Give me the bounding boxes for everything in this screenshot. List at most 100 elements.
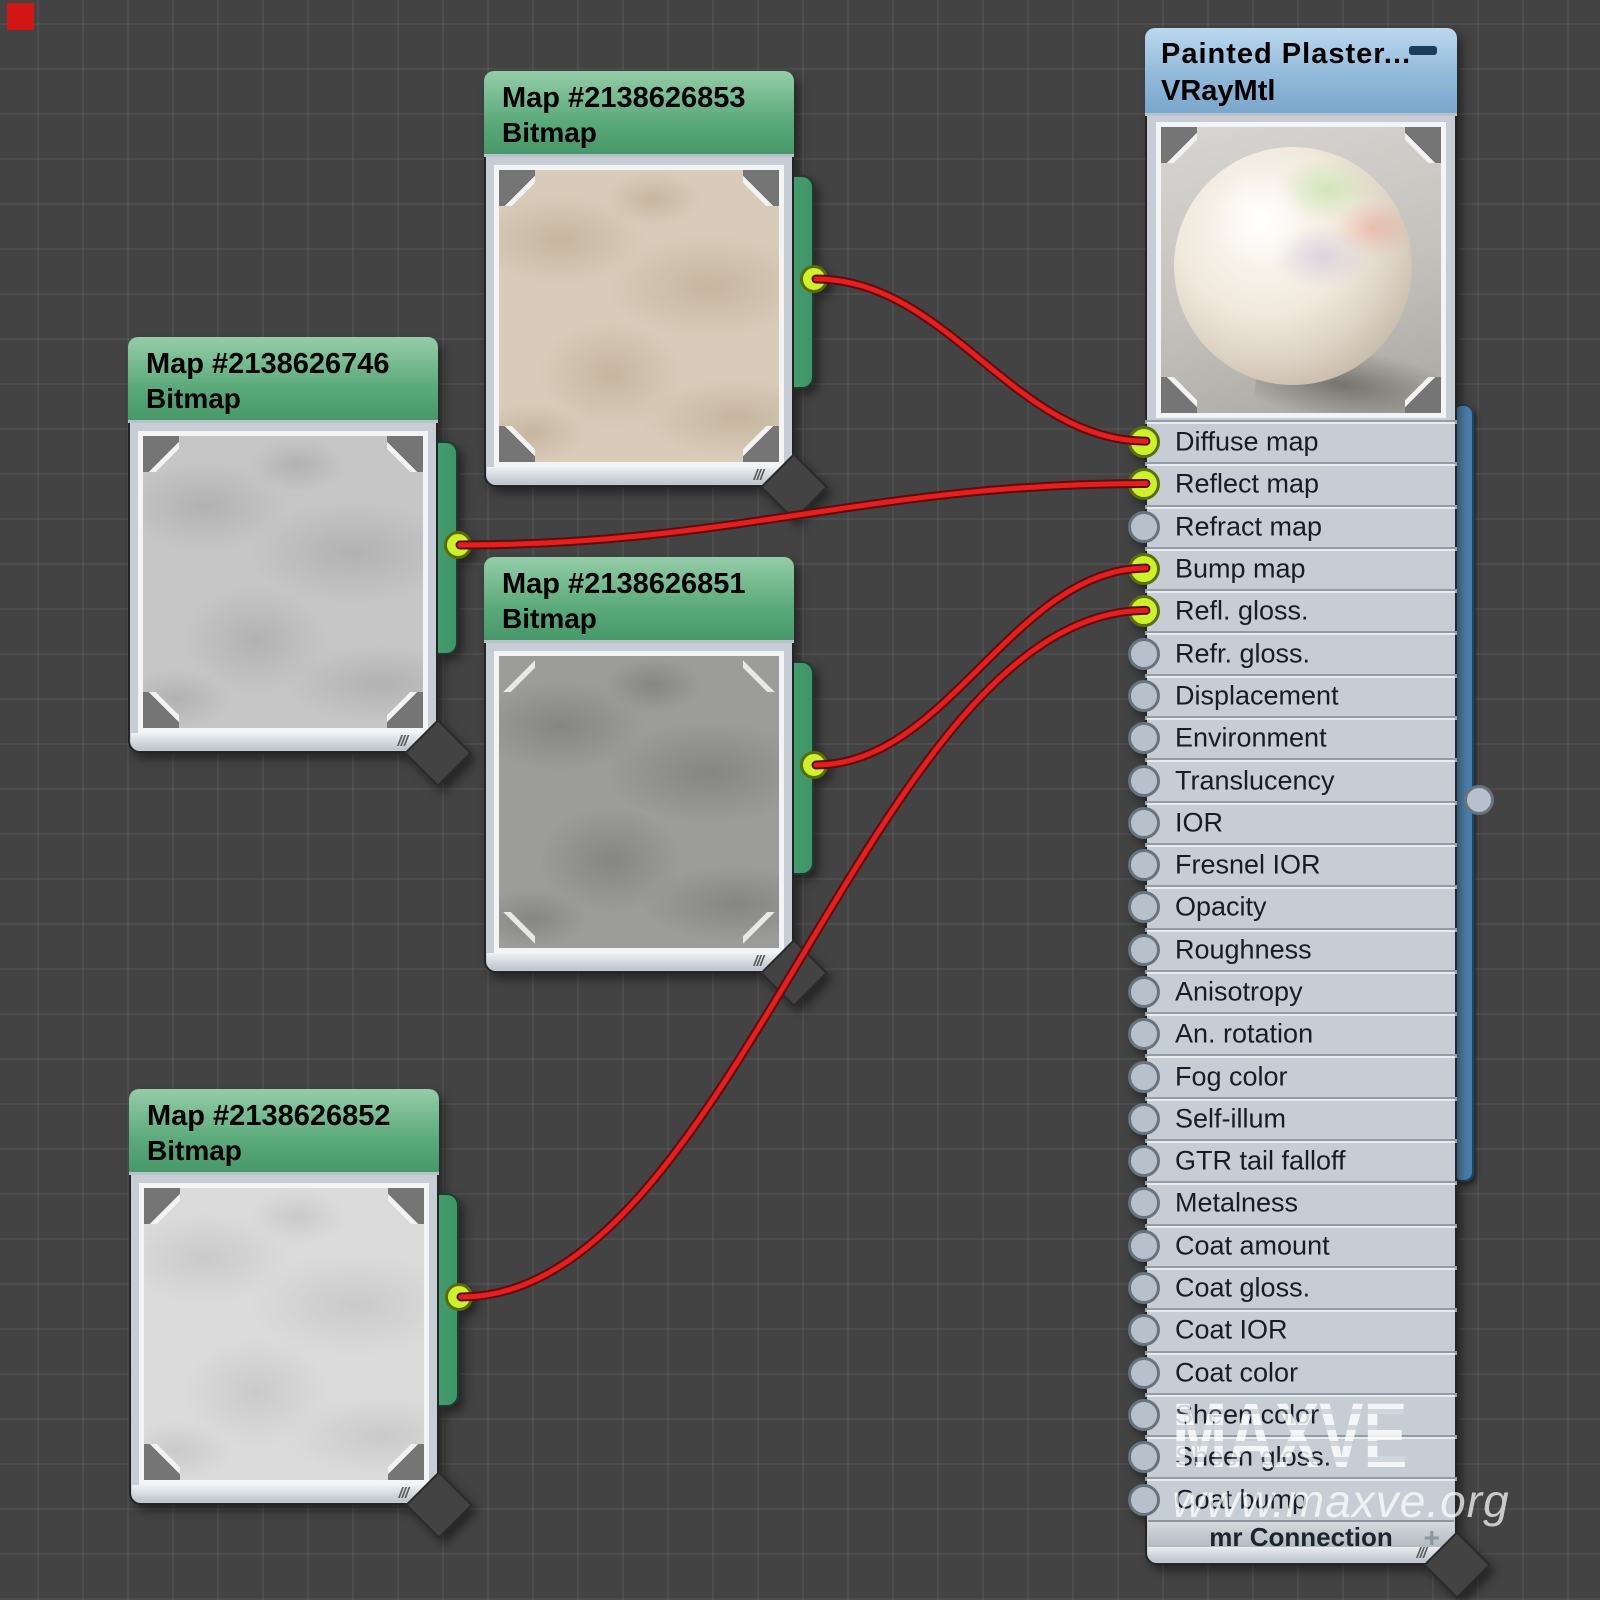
- slot-label: Sheen color: [1175, 1399, 1319, 1430]
- input-socket[interactable]: [1128, 1314, 1160, 1346]
- input-socket[interactable]: [1128, 807, 1160, 839]
- node-type: Bitmap: [502, 115, 794, 151]
- input-socket-connected[interactable]: [1128, 426, 1160, 458]
- bitmap-preview[interactable]: [138, 431, 428, 733]
- material-slot-row: Diffuse map: [1145, 420, 1457, 462]
- output-socket[interactable]: [800, 751, 828, 779]
- slot-label: Coat gloss.: [1175, 1273, 1310, 1304]
- input-socket[interactable]: [1128, 638, 1160, 670]
- node-footer: ///: [131, 733, 435, 750]
- slot-label: Sheen gloss.: [1175, 1442, 1331, 1473]
- input-socket[interactable]: [1128, 1441, 1160, 1473]
- node-title: Map #2138626851: [502, 567, 794, 601]
- input-socket[interactable]: [1128, 891, 1160, 923]
- map-node-2138626746[interactable]: Map #2138626746 Bitmap ///: [128, 337, 438, 753]
- node-header[interactable]: Map #2138626853 Bitmap: [484, 71, 794, 157]
- input-socket[interactable]: [1128, 1103, 1160, 1135]
- resize-grip-icon[interactable]: ///: [397, 733, 407, 750]
- preview-corner-icon: [387, 692, 423, 728]
- slot-label: Bump map: [1175, 554, 1306, 585]
- preview-corner-icon: [499, 426, 535, 462]
- material-slot-list: Diffuse mapReflect mapRefract mapBump ma…: [1145, 420, 1457, 1520]
- slot-label: GTR tail falloff: [1175, 1146, 1346, 1177]
- material-slot-row: Opacity: [1145, 885, 1457, 927]
- texture-thumbnail: [144, 1188, 424, 1480]
- preview-corner-icon: [743, 170, 779, 206]
- resize-grip-icon[interactable]: ///: [1416, 1545, 1426, 1562]
- material-slot-row: Refl. gloss.: [1145, 589, 1457, 631]
- input-socket[interactable]: [1128, 765, 1160, 797]
- input-socket[interactable]: [1128, 680, 1160, 712]
- material-slot-row: Coat bump: [1145, 1477, 1457, 1519]
- resize-grip-icon[interactable]: ///: [753, 953, 763, 970]
- input-socket[interactable]: [1128, 1187, 1160, 1219]
- vraymtl-node-painted-plaster[interactable]: Painted Plaster... VRayMtl Diffuse map Re…: [1145, 28, 1457, 1565]
- preview-corner-icon: [1405, 377, 1441, 413]
- preview-corner-icon: [387, 436, 423, 472]
- bitmap-preview[interactable]: [494, 651, 784, 953]
- output-socket[interactable]: [444, 531, 472, 559]
- preview-corner-icon: [743, 656, 779, 692]
- material-preview[interactable]: [1156, 122, 1446, 418]
- node-header[interactable]: Map #2138626746 Bitmap: [128, 337, 438, 423]
- input-socket[interactable]: [1128, 934, 1160, 966]
- input-socket[interactable]: [1128, 1145, 1160, 1177]
- input-socket[interactable]: [1128, 1272, 1160, 1304]
- material-slot-row: Coat IOR: [1145, 1308, 1457, 1350]
- slot-label: Self-illum: [1175, 1103, 1286, 1134]
- red-marker: [7, 3, 34, 30]
- input-socket[interactable]: [1128, 1357, 1160, 1389]
- node-footer: ///: [1148, 1547, 1454, 1562]
- input-socket[interactable]: [1128, 1399, 1160, 1431]
- node-header[interactable]: Map #2138626852 Bitmap: [129, 1089, 439, 1175]
- map-node-2138626852[interactable]: Map #2138626852 Bitmap ///: [129, 1089, 439, 1505]
- slot-label: Coat IOR: [1175, 1315, 1288, 1346]
- material-slot-row: Anisotropy: [1145, 970, 1457, 1012]
- slot-label: An. rotation: [1175, 1019, 1313, 1050]
- bitmap-preview[interactable]: [494, 165, 784, 467]
- input-socket[interactable]: [1128, 849, 1160, 881]
- scroll-bar-handle[interactable]: [1464, 785, 1494, 815]
- material-slot-row: Coat amount: [1145, 1224, 1457, 1266]
- input-socket-connected[interactable]: [1128, 553, 1160, 585]
- resize-grip-icon[interactable]: ///: [398, 1485, 408, 1502]
- material-slot-row: Refr. gloss.: [1145, 631, 1457, 673]
- preview-corner-icon: [743, 426, 779, 462]
- material-slot-row: Sheen gloss.: [1145, 1435, 1457, 1477]
- input-socket[interactable]: [1128, 511, 1160, 543]
- material-slot-row: GTR tail falloff: [1145, 1139, 1457, 1181]
- slot-label: Refl. gloss.: [1175, 596, 1309, 627]
- preview-corner-icon: [143, 436, 179, 472]
- node-header[interactable]: Painted Plaster... VRayMtl: [1145, 28, 1457, 116]
- input-socket[interactable]: [1128, 1061, 1160, 1093]
- slot-label: Metalness: [1175, 1188, 1298, 1219]
- slot-label: Roughness: [1175, 934, 1312, 965]
- preview-corner-icon: [144, 1188, 180, 1224]
- material-slot-row: Self-illum: [1145, 1097, 1457, 1139]
- wire: [816, 279, 1146, 441]
- resize-grip-icon[interactable]: ///: [753, 467, 763, 484]
- input-socket-connected[interactable]: [1128, 468, 1160, 500]
- output-socket[interactable]: [800, 265, 828, 293]
- slot-label: Displacement: [1175, 680, 1339, 711]
- slot-label: Diffuse map: [1175, 427, 1319, 458]
- node-header[interactable]: Map #2138626851 Bitmap: [484, 557, 794, 643]
- node-type: Bitmap: [147, 1133, 439, 1169]
- output-socket[interactable]: [445, 1283, 473, 1311]
- input-socket[interactable]: [1128, 1230, 1160, 1262]
- map-node-2138626853[interactable]: Map #2138626853 Bitmap ///: [484, 71, 794, 487]
- map-node-2138626851[interactable]: Map #2138626851 Bitmap ///: [484, 557, 794, 973]
- preview-corner-icon: [144, 1444, 180, 1480]
- input-socket[interactable]: [1128, 722, 1160, 754]
- collapse-icon[interactable]: [1409, 46, 1437, 55]
- slot-label: Translucency: [1175, 765, 1335, 796]
- node-title: Map #2138626746: [146, 347, 438, 381]
- material-slot-row: Reflect map: [1145, 462, 1457, 504]
- slate-material-editor-canvas[interactable]: Map #2138626853 Bitmap /// Map #21386267…: [0, 0, 1600, 1600]
- bitmap-preview[interactable]: [139, 1183, 429, 1485]
- input-socket[interactable]: [1128, 1018, 1160, 1050]
- input-socket[interactable]: [1128, 976, 1160, 1008]
- input-socket-connected[interactable]: [1128, 595, 1160, 627]
- sphere: [1174, 147, 1412, 385]
- input-socket[interactable]: [1128, 1484, 1160, 1516]
